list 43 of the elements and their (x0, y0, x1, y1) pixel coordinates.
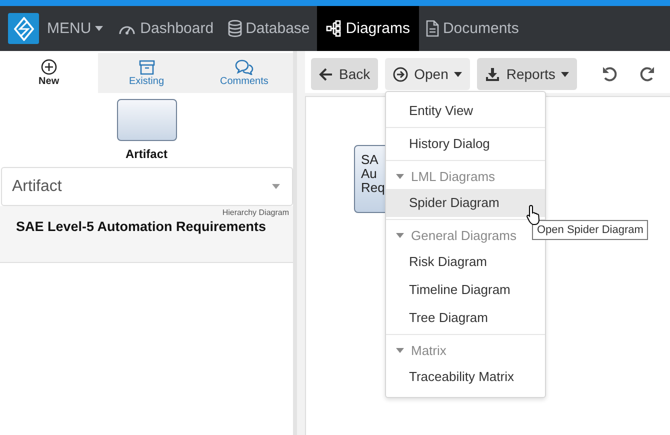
nav-tab[interactable]: Dashboard (111, 6, 221, 51)
plus-circle-icon (40, 59, 57, 75)
result-card[interactable]: Hierarchy Diagram SAE Level-5 Automation Requirements (0, 206, 293, 263)
menu-item[interactable]: Traceability Matrix (386, 363, 545, 391)
comments-icon (234, 59, 254, 75)
diagram-title: SAE Level-5 Automation Requirements (16, 219, 268, 234)
menu-group-header[interactable]: General Diagrams (386, 222, 526, 248)
arrow-left-icon (319, 68, 333, 80)
toolbar-button[interactable]: Reports (477, 58, 578, 90)
caret-icon (396, 348, 404, 352)
palette-label: Artifact (125, 147, 168, 161)
undo-icon (601, 65, 620, 83)
toolbar-button[interactable]: Open (385, 58, 470, 90)
sidebar-tab[interactable]: Comments (195, 53, 294, 93)
nav-tab[interactable]: Documents (418, 6, 526, 51)
hierarchy-icon (326, 20, 342, 37)
caret-icon (396, 232, 404, 238)
archive-box-icon (138, 60, 154, 74)
diagram-type-label: Hierarchy Diagram (222, 208, 289, 217)
redo-icon (638, 65, 656, 83)
menu-item[interactable]: Entity View (386, 97, 545, 125)
artifact-shape[interactable] (116, 99, 176, 141)
dropdown-caret-icon (272, 184, 280, 189)
menu-button[interactable]: MENU (47, 6, 112, 51)
sidebar-tab[interactable]: Existing (98, 53, 196, 93)
nav-tab[interactable]: Diagrams (316, 6, 419, 51)
caret-icon (396, 174, 404, 178)
menu-item[interactable]: Tree Diagram (386, 304, 545, 332)
database-icon (228, 20, 242, 37)
menu-item[interactable]: Risk Diagram (386, 248, 545, 276)
type-select[interactable]: Artifact (1, 167, 293, 206)
logo-icon[interactable] (8, 13, 39, 44)
menu-item[interactable]: Timeline Diagram (386, 276, 545, 304)
document-icon (426, 20, 439, 37)
nav-tab[interactable]: Database (220, 6, 317, 51)
tooltip: Open Spider Diagram (532, 220, 648, 240)
toolbar-button[interactable]: Back (311, 58, 378, 90)
menu-item[interactable]: History Dialog (386, 130, 545, 158)
hand-cursor-icon (526, 204, 542, 226)
download-icon (485, 66, 500, 82)
caret-icon (95, 26, 104, 31)
menu-item[interactable]: Spider Diagram (386, 189, 545, 217)
menu-group-header[interactable]: Matrix (386, 337, 456, 363)
